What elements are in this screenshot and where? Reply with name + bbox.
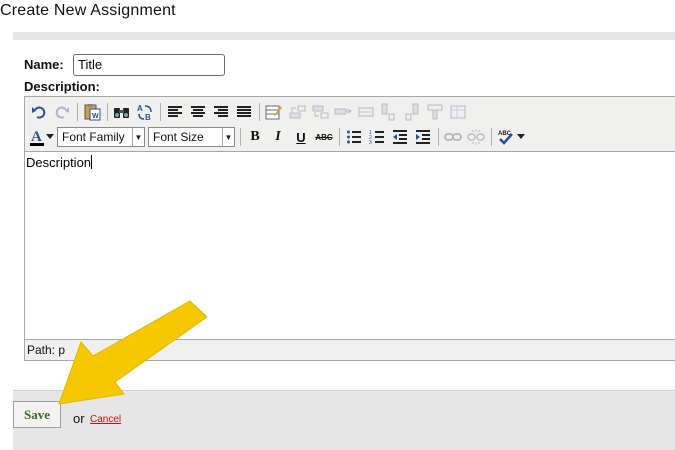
font-family-label: Font Family [62,130,125,144]
indent-icon[interactable] [413,127,433,147]
toolbar-separator [160,103,161,121]
save-button[interactable]: Save [13,401,61,428]
italic-label: I [275,129,281,144]
italic-button[interactable]: I [268,127,288,147]
name-input[interactable] [73,54,225,76]
underline-button[interactable]: U [291,127,311,147]
bold-label: B [250,129,260,144]
link-icon[interactable] [443,127,463,147]
toolbar-separator [107,103,108,121]
toolbar-separator [77,103,78,121]
toolbar-separator [339,128,340,146]
bold-button[interactable]: B [245,127,265,147]
svg-text:3: 3 [369,140,372,145]
align-left-icon[interactable] [165,102,185,122]
font-size-select[interactable]: Font Size ▼ [148,127,235,147]
underline-label: U [296,129,306,145]
strikethrough-label: ABC [315,132,333,142]
table-props-icon[interactable] [448,102,468,122]
font-color-icon[interactable]: A [29,127,45,147]
rich-text-editor: W AB A Font Family ▼ Font Size ▼ B I U A… [24,96,675,361]
editor-status-path: Path: p [27,343,66,357]
unlink-icon[interactable] [466,127,486,147]
svg-text:A: A [137,104,143,113]
toolbar-separator [240,128,241,146]
col-before-icon[interactable] [379,102,399,122]
redo-icon[interactable] [52,102,72,122]
align-right-icon[interactable] [211,102,231,122]
chevron-down-icon: ▼ [132,128,144,146]
strikethrough-button[interactable]: ABC [314,127,334,147]
bullet-list-icon[interactable] [344,127,364,147]
page: Create New Assignment Name: Description:… [0,0,675,450]
toolbar-separator [438,128,439,146]
spellcheck-icon[interactable]: ABC [496,127,516,147]
page-title: Create New Assignment [0,2,176,19]
description-label: Description: [24,79,100,94]
form-divider [13,390,675,391]
undo-icon[interactable] [29,102,49,122]
svg-text:W: W [92,113,99,120]
font-family-select[interactable]: Font Family ▼ [57,127,145,147]
spellcheck-dropdown-icon[interactable] [516,127,526,147]
merge-cells-icon[interactable] [356,102,376,122]
toolbar-separator [259,103,260,121]
svg-text:A: A [31,129,42,145]
font-color-dropdown-icon[interactable] [45,127,55,147]
name-label: Name: [24,57,64,72]
editor-text: Description [26,155,92,170]
editor-content-area[interactable]: Description [25,151,675,340]
toolbar-separator [491,128,492,146]
paste-word-icon[interactable]: W [82,102,102,122]
numbered-list-icon[interactable]: 123 [367,127,387,147]
or-text: or [73,411,85,426]
editor-toolbar-row-1: W AB [25,100,471,124]
editor-content-text: Description [26,155,93,170]
editor-toolbar-row-2: A Font Family ▼ Font Size ▼ B I U ABC 1 … [25,125,529,149]
align-center-icon[interactable] [188,102,208,122]
align-justify-icon[interactable] [234,102,254,122]
cancel-link[interactable]: Cancel [90,414,121,425]
row-before-icon[interactable] [287,102,307,122]
row-after-icon[interactable] [310,102,330,122]
svg-text:B: B [145,113,151,121]
delete-row-icon[interactable] [333,102,353,122]
delete-col-icon[interactable] [425,102,445,122]
find-icon[interactable] [112,102,132,122]
col-after-icon[interactable] [402,102,422,122]
table-edit-icon[interactable] [264,102,284,122]
outdent-icon[interactable] [390,127,410,147]
replace-icon[interactable]: AB [135,102,155,122]
font-size-label: Font Size [153,130,204,144]
text-caret [91,155,93,169]
chevron-down-icon: ▼ [222,128,234,146]
